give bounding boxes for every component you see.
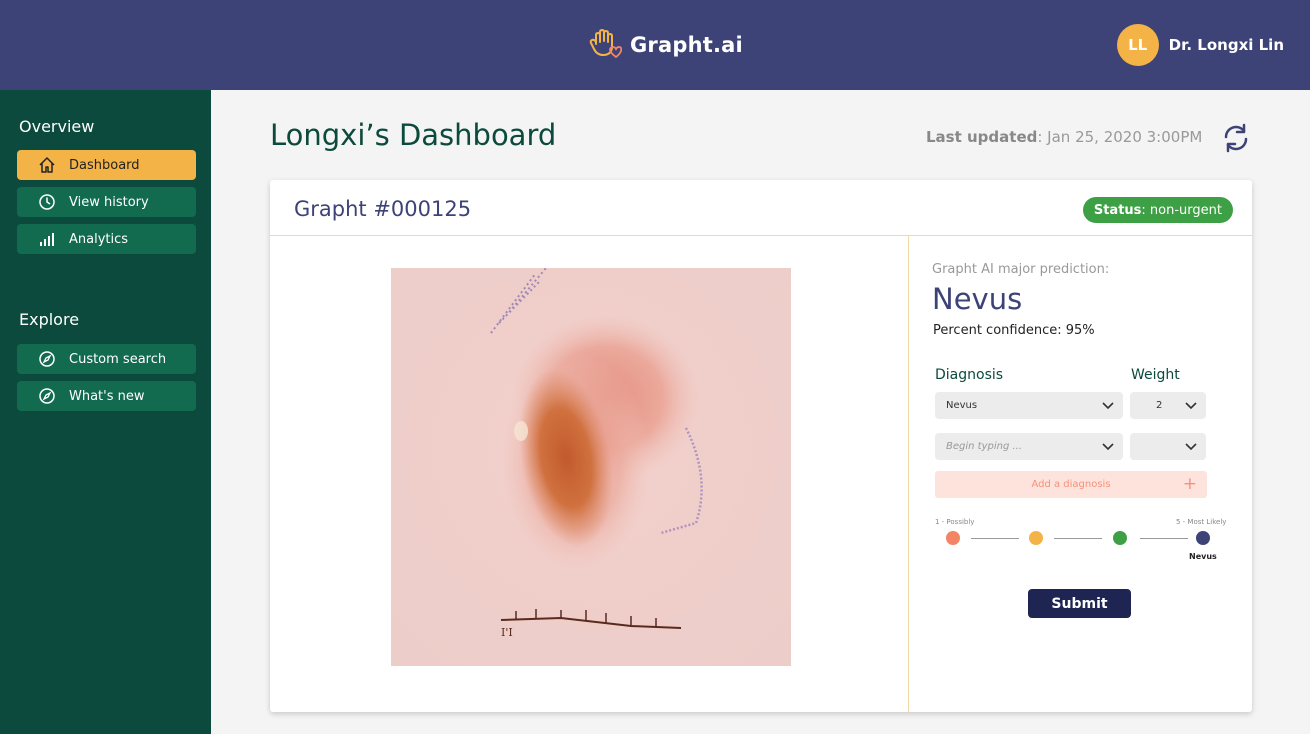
avatar[interactable]: LL [1116,24,1159,66]
prediction-value: Nevus [932,282,1023,316]
chevron-down-icon [1101,440,1115,454]
diagnosis-panel: Grapht AI major prediction: Nevus Percen… [932,180,1242,712]
sidebar-item-view-history[interactable]: View history [17,187,196,217]
scale-line [971,538,1019,539]
last-updated: Last updated: Jan 25, 2020 3:00PM [926,128,1202,146]
brand-name: Grapht.ai [630,33,743,57]
diagnosis-input[interactable]: Begin typing ... [935,433,1123,460]
compass-icon [38,387,56,405]
lesion-image: I'I [391,268,791,666]
add-diagnosis-button[interactable]: Add a diagnosis + [935,471,1207,498]
sidebar-item-label: What's new [69,388,145,404]
bar-chart-icon [38,230,56,248]
explore-heading: Explore [19,310,80,329]
last-updated-label: Last updated [926,128,1038,146]
page-title: Longxi’s Dashboard [270,118,557,152]
sidebar-item-dashboard[interactable]: Dashboard [17,150,196,180]
sidebar-item-custom-search[interactable]: Custom search [17,344,196,374]
scale-line [1054,538,1102,539]
add-diagnosis-label: Add a diagnosis [1031,479,1111,490]
confidence-text: Percent confidence: 95% [933,323,1095,338]
weight-header: Weight [1131,367,1180,383]
sidebar-item-label: Analytics [69,231,129,247]
case-title: Grapht #000125 [294,197,472,221]
diagnosis-input-placeholder: Begin typing ... [946,441,1023,452]
sidebar: Overview Dashboard View history Analytic… [0,90,211,734]
home-icon [38,156,56,174]
chevron-down-icon [1184,440,1198,454]
svg-text:I'I: I'I [501,626,513,639]
refresh-icon[interactable] [1220,122,1252,154]
scale-selected-label: Nevus [1189,552,1217,561]
scale-line [1140,538,1188,539]
sidebar-item-label: View history [69,194,149,210]
weight-dot-1[interactable] [946,531,960,545]
user-menu[interactable]: LL Dr. Longxi Lin [1116,24,1284,66]
top-header: Grapht.ai LL Dr. Longxi Lin [0,0,1310,90]
chevron-down-icon [1101,399,1115,413]
compass-icon [38,350,56,368]
chevron-down-icon [1184,399,1198,413]
scale-high-label: 5 - Most Likely [1176,518,1227,526]
sidebar-item-label: Dashboard [69,157,140,173]
weight-dot-4[interactable] [1196,531,1210,545]
panel-divider [908,236,909,712]
weight-select[interactable]: 2 [1130,392,1206,419]
hand-heart-icon [588,26,623,64]
weight-select-empty[interactable] [1130,433,1206,460]
submit-button[interactable]: Submit [1028,589,1131,618]
case-card: Grapht #000125 Status: non-urgent I'I Gr… [270,180,1252,712]
clock-icon [38,193,56,211]
plus-icon: + [1182,474,1197,494]
brand-logo[interactable]: Grapht.ai [588,26,743,64]
weight-dot-3[interactable] [1113,531,1127,545]
last-updated-value: : Jan 25, 2020 3:00PM [1037,128,1203,146]
diagnosis-select[interactable]: Nevus [935,392,1123,419]
sidebar-item-label: Custom search [69,351,167,367]
diagnosis-header: Diagnosis [935,367,1004,383]
prediction-label: Grapht AI major prediction: [932,262,1110,277]
weight-select-value: 2 [1156,400,1163,411]
weight-dot-2[interactable] [1029,531,1043,545]
overview-heading: Overview [19,117,95,136]
sidebar-item-analytics[interactable]: Analytics [17,224,196,254]
user-name[interactable]: Dr. Longxi Lin [1169,36,1284,54]
scale-low-label: 1 - Possibly [935,518,975,526]
diagnosis-select-value: Nevus [946,400,978,411]
sidebar-item-whats-new[interactable]: What's new [17,381,196,411]
